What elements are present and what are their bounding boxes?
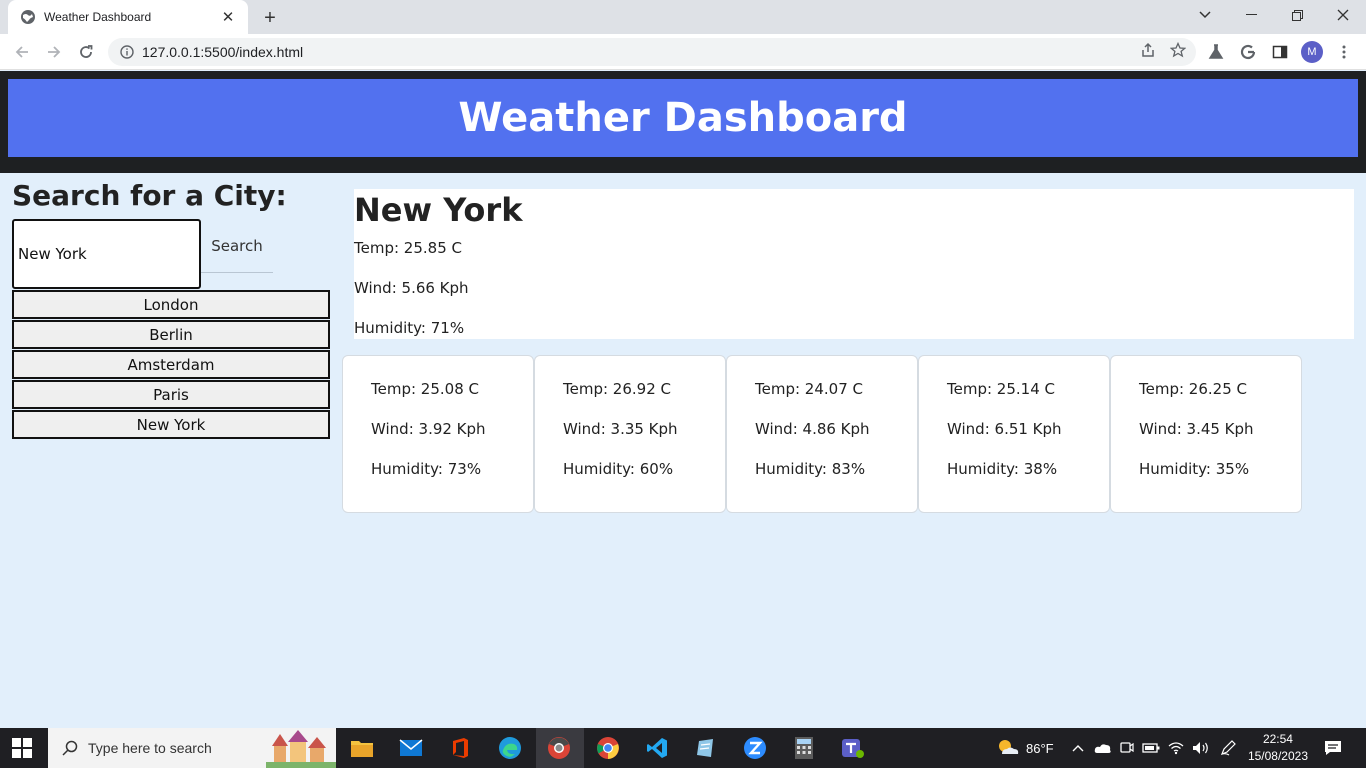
weather-temp: 86°F [1026,740,1054,756]
teams-icon[interactable] [839,734,867,762]
wifi-icon[interactable] [1168,741,1184,755]
new-tab-button[interactable]: + [258,6,282,30]
address-bar[interactable]: 127.0.0.1:5500/index.html [108,38,1196,66]
current-weather-panel: New York Temp: 25.85 C Wind: 5.66 Kph Hu… [354,189,1354,339]
bookmark-star-icon[interactable] [1170,42,1186,58]
office-icon[interactable] [446,734,474,762]
restore-button[interactable] [1274,0,1320,30]
edge-icon[interactable] [496,734,524,762]
forecast-cards: Temp: 25.08 C Wind: 3.92 Kph Humidity: 7… [342,355,1302,513]
city-search-input[interactable] [12,219,201,289]
reload-icon[interactable] [74,40,98,64]
taskbar-search-placeholder: Type here to search [88,740,212,756]
notes-app-icon[interactable] [692,734,720,762]
taskbar-search-box[interactable]: Type here to search [48,728,336,768]
taskbar: Type here to search 86°F 22:54 15/08/202… [0,728,1366,768]
extension-flask-icon[interactable] [1204,40,1228,64]
globe-icon [21,10,35,24]
current-city-name: New York [354,191,523,229]
history-button-paris[interactable]: Paris [12,380,330,409]
forecast-temp: Temp: 25.08 C [371,380,479,398]
search-heading: Search for a City: [12,179,287,212]
browser-tab[interactable]: Weather Dashboard ✕ [8,0,248,34]
mail-icon[interactable] [397,734,425,762]
forecast-wind: Wind: 3.92 Kph [371,420,486,438]
url-text: 127.0.0.1:5500/index.html [142,44,304,60]
forecast-temp: Temp: 24.07 C [755,380,863,398]
side-panel-icon[interactable] [1268,40,1292,64]
onedrive-icon[interactable] [1094,741,1112,755]
forecast-humidity: Humidity: 73% [371,460,482,478]
forecast-humidity: Humidity: 60% [563,460,674,478]
forecast-card: Temp: 26.92 C Wind: 3.35 Kph Humidity: 6… [534,355,726,513]
weather-widget[interactable]: 86°F [996,728,1054,768]
share-icon[interactable] [1140,42,1156,58]
back-icon[interactable] [10,40,34,64]
history-button-new-york[interactable]: New York [12,410,330,439]
forecast-card: Temp: 26.25 C Wind: 3.45 Kph Humidity: 3… [1110,355,1302,513]
header-band: Weather Dashboard [0,71,1366,173]
browser-toolbar: 127.0.0.1:5500/index.html M [0,34,1366,70]
google-extension-icon[interactable] [1236,40,1260,64]
current-humidity: Humidity: 71% [354,319,465,337]
forecast-temp: Temp: 25.14 C [947,380,1055,398]
chrome-dev-icon[interactable] [545,734,573,762]
chevron-up-icon[interactable] [1072,744,1084,752]
pen-icon[interactable] [1220,740,1236,756]
search-button[interactable]: Search [201,219,273,273]
forecast-temp: Temp: 26.25 C [1139,380,1247,398]
forecast-humidity: Humidity: 83% [755,460,866,478]
info-icon[interactable] [120,45,134,59]
clock-date: 15/08/2023 [1247,749,1308,763]
close-tab-icon[interactable]: ✕ [220,9,236,26]
volume-icon[interactable] [1192,741,1210,755]
tab-search-icon[interactable] [1182,0,1228,30]
page-title: Weather Dashboard [458,95,908,141]
forecast-wind: Wind: 4.86 Kph [755,420,870,438]
search-history: London Berlin Amsterdam Paris New York [12,290,330,440]
page-header: Weather Dashboard [8,79,1358,157]
history-button-amsterdam[interactable]: Amsterdam [12,350,330,379]
battery-icon[interactable] [1142,742,1160,754]
forecast-wind: Wind: 6.51 Kph [947,420,1062,438]
browser-tab-bar: Weather Dashboard ✕ + [0,0,1366,34]
close-window-button[interactable] [1320,0,1366,30]
forecast-temp: Temp: 26.92 C [563,380,671,398]
page-content: Weather Dashboard Search for a City: Sea… [0,71,1366,728]
zoom-icon[interactable] [741,734,769,762]
weather-sun-cloud-icon [999,740,1019,754]
forecast-card: Temp: 25.08 C Wind: 3.92 Kph Humidity: 7… [342,355,534,513]
search-icon [62,740,78,756]
history-button-london[interactable]: London [12,290,330,319]
clock-time: 22:54 [1262,732,1293,746]
menu-icon[interactable] [1332,40,1356,64]
forecast-wind: Wind: 3.45 Kph [1139,420,1254,438]
profile-avatar[interactable]: M [1300,40,1324,64]
search-highlight-icon [266,730,336,768]
windows-start-icon[interactable] [12,738,32,758]
file-explorer-icon[interactable] [348,734,376,762]
forecast-humidity: Humidity: 38% [947,460,1058,478]
forecast-card: Temp: 25.14 C Wind: 6.51 Kph Humidity: 3… [918,355,1110,513]
profile-initial: M [1301,41,1323,63]
tray-icons[interactable] [1072,728,1236,768]
taskbar-clock[interactable]: 22:54 15/08/2023 [1248,731,1308,765]
current-wind: Wind: 5.66 Kph [354,279,469,297]
chrome-icon[interactable] [594,734,622,762]
forecast-wind: Wind: 3.35 Kph [563,420,678,438]
meet-icon[interactable] [1120,740,1134,756]
current-temp: Temp: 25.85 C [354,239,462,257]
vscode-icon[interactable] [643,734,671,762]
history-button-berlin[interactable]: Berlin [12,320,330,349]
calculator-icon[interactable] [790,734,818,762]
tab-title: Weather Dashboard [44,10,152,24]
forecast-card: Temp: 24.07 C Wind: 4.86 Kph Humidity: 8… [726,355,918,513]
forecast-humidity: Humidity: 35% [1139,460,1250,478]
notification-center-icon[interactable] [1324,728,1342,768]
forward-icon[interactable] [42,40,66,64]
minimize-button[interactable] [1228,0,1274,30]
